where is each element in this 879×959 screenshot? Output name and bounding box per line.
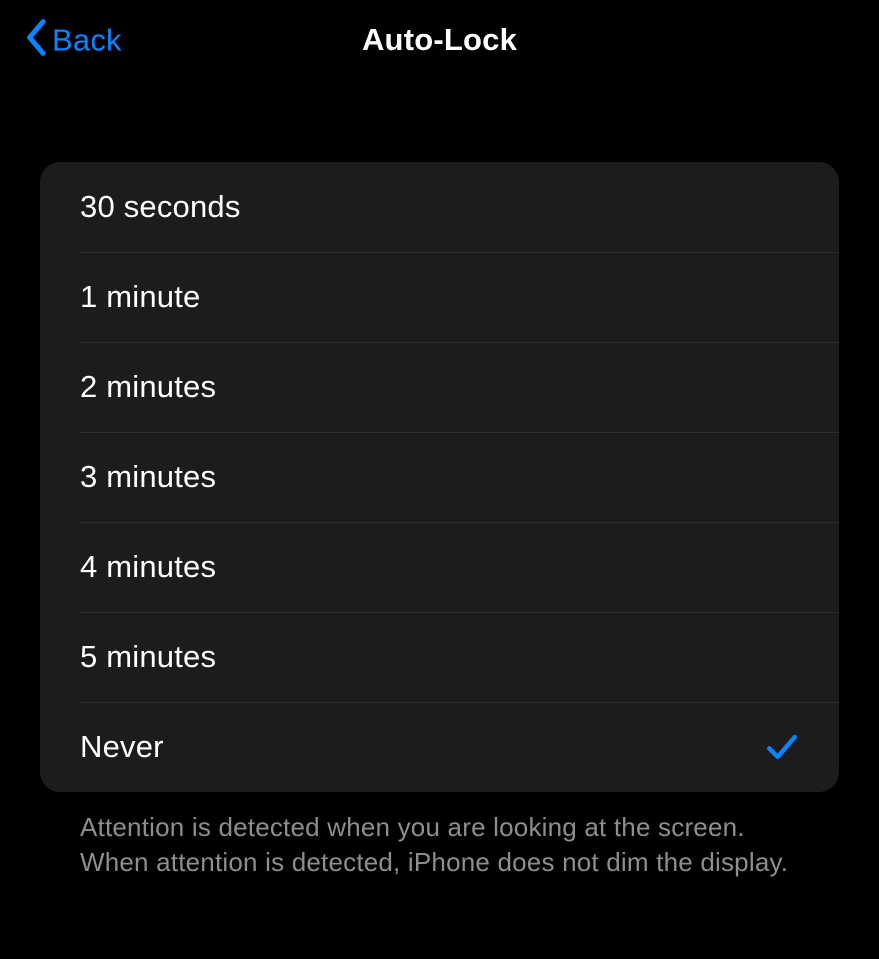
content-area: 30 seconds 1 minute 2 minutes 3 minutes xyxy=(0,162,879,880)
option-label: 2 minutes xyxy=(80,369,216,405)
footer-description: Attention is detected when you are looki… xyxy=(40,792,839,880)
navigation-bar: Back Auto-Lock xyxy=(0,0,879,80)
back-button[interactable]: Back xyxy=(22,19,122,62)
page-title: Auto-Lock xyxy=(362,22,517,58)
option-label: 1 minute xyxy=(80,279,201,315)
option-label: 30 seconds xyxy=(80,189,241,225)
option-2-minutes[interactable]: 2 minutes xyxy=(40,342,839,432)
auto-lock-options-group: 30 seconds 1 minute 2 minutes 3 minutes xyxy=(40,162,839,792)
option-4-minutes[interactable]: 4 minutes xyxy=(40,522,839,612)
option-never[interactable]: Never xyxy=(40,702,839,792)
option-3-minutes[interactable]: 3 minutes xyxy=(40,432,839,522)
option-label: 5 minutes xyxy=(80,639,216,675)
option-30-seconds[interactable]: 30 seconds xyxy=(40,162,839,252)
chevron-left-icon xyxy=(22,19,50,62)
option-label: Never xyxy=(80,729,164,765)
option-5-minutes[interactable]: 5 minutes xyxy=(40,612,839,702)
option-1-minute[interactable]: 1 minute xyxy=(40,252,839,342)
option-label: 4 minutes xyxy=(80,549,216,585)
back-label: Back xyxy=(52,22,122,58)
option-label: 3 minutes xyxy=(80,459,216,495)
checkmark-icon xyxy=(765,730,799,764)
